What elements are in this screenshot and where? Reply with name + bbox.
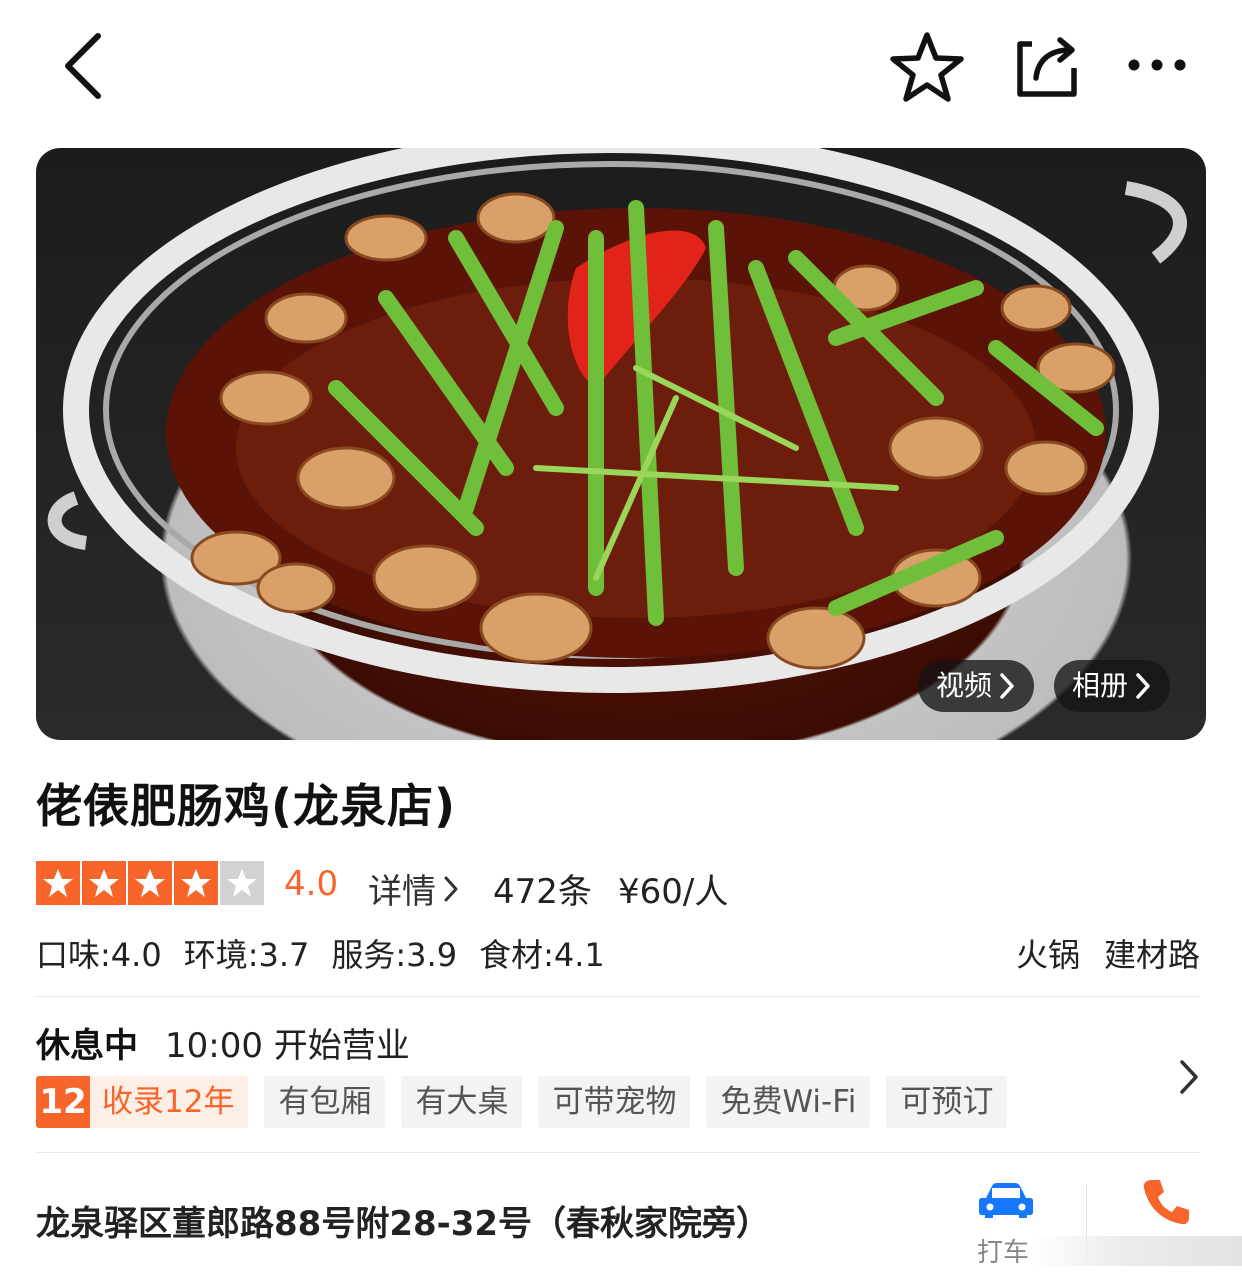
divider [36, 996, 1200, 997]
category-label[interactable]: 火锅 [1016, 930, 1080, 976]
divider [36, 1152, 1200, 1153]
years-listed-tag: 12 收录12年 [36, 1076, 249, 1128]
hours-detail-button[interactable] [1178, 1058, 1200, 1100]
star-filled-icon [128, 861, 172, 905]
tag-private-room: 有包厢 [264, 1076, 386, 1128]
shop-name: 佬俵肥肠鸡(龙泉店) [36, 779, 457, 833]
opening-hours: 10:00 开始营业 [165, 1026, 410, 1066]
score-taste: 口味:4.0 [36, 936, 162, 974]
chevron-right-icon [1136, 673, 1150, 699]
back-button[interactable] [58, 30, 108, 102]
score-environment: 环境:3.7 [183, 936, 310, 974]
shop-address[interactable]: 龙泉驿区董郎路88号附28-32号（春秋家院旁） [36, 1196, 770, 1245]
feature-tags: 12 收录12年 有包厢 有大桌 可带宠物 免费Wi-Fi 可预订 [36, 1076, 1008, 1128]
tag-large-table: 有大桌 [401, 1076, 523, 1128]
detail-label: 详情 [368, 872, 436, 912]
rating-stars [36, 861, 264, 905]
chevron-right-icon [1000, 673, 1014, 699]
video-label: 视频 [936, 669, 993, 702]
star-outline-icon [890, 32, 964, 102]
favorite-button[interactable] [888, 30, 966, 104]
taxi-label: 打车 [977, 1238, 1030, 1268]
star-filled-icon [36, 861, 80, 905]
rating-detail-link[interactable]: 详情 [368, 864, 460, 913]
hero-photo[interactable]: 视频 相册 [36, 148, 1206, 740]
years-text: 收录12年 [102, 1084, 235, 1120]
tag-reservable: 可预订 [886, 1076, 1008, 1128]
tag-pets-allowed: 可带宠物 [538, 1076, 691, 1128]
video-button[interactable]: 视频 [918, 660, 1035, 712]
star-filled-icon [174, 861, 218, 905]
category-area: 火锅 建材路 [1016, 930, 1200, 976]
car-icon [979, 1183, 1033, 1218]
price-per-person: ¥60/人 [618, 872, 729, 912]
album-button[interactable]: 相册 [1054, 660, 1171, 712]
share-button[interactable] [1012, 34, 1082, 100]
chevron-left-icon [65, 33, 101, 99]
tag-free-wifi: 免费Wi-Fi [706, 1076, 871, 1128]
score-ingredients: 食材:4.1 [479, 936, 605, 974]
score-service: 服务:3.9 [331, 936, 458, 974]
chevron-right-icon [444, 876, 458, 901]
years-badge: 12 [36, 1076, 90, 1128]
chevron-right-icon [1180, 1060, 1198, 1094]
rating-score: 4.0 [284, 864, 339, 904]
business-status: 休息中 [36, 1026, 138, 1066]
food-photo-illustration [47, 148, 1187, 693]
phone-button[interactable] [1140, 1176, 1192, 1232]
star-filled-icon [82, 861, 126, 905]
more-dots-icon [1128, 59, 1186, 71]
phone-icon [1143, 1180, 1189, 1225]
taxi-button[interactable] [974, 1180, 1038, 1224]
top-nav-bar [0, 0, 1242, 130]
review-count[interactable]: 472条 [493, 864, 592, 913]
album-label: 相册 [1072, 669, 1129, 702]
area-label[interactable]: 建材路 [1104, 930, 1200, 976]
watermark-overlay [1030, 1236, 1242, 1266]
star-empty-icon [220, 861, 264, 905]
sub-scores: 口味:4.0 环境:3.7 服务:3.9 食材:4.1 [36, 930, 605, 976]
more-button[interactable] [1126, 56, 1188, 74]
share-icon [1017, 37, 1077, 97]
